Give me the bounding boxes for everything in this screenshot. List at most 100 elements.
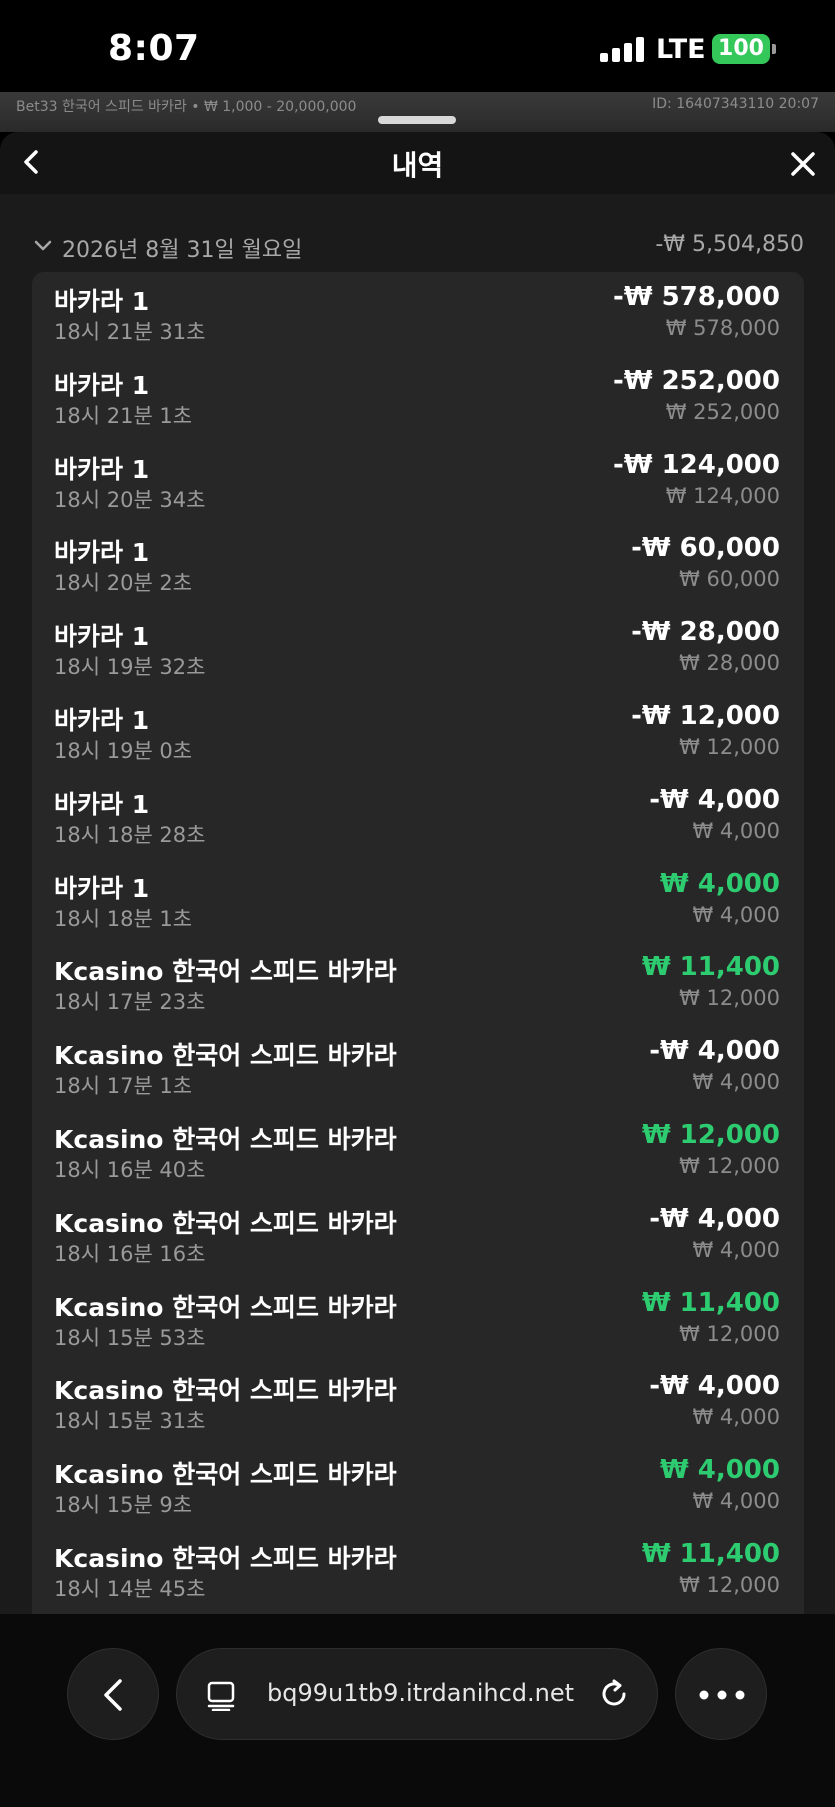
more-dots-icon xyxy=(699,1690,745,1700)
transaction-row[interactable]: Kcasino 한국어 스피드 바카라 18시 16분 40초 ₩ 12,000 ₩ … xyxy=(32,1110,804,1194)
transaction-game: 바카라 1 xyxy=(54,454,150,484)
page-title: 내역 xyxy=(391,149,444,182)
transaction-stake: ₩ 4,000 xyxy=(692,1070,780,1095)
transaction-game: 바카라 1 xyxy=(54,287,150,316)
day-date: 2026년 8월 31일 월요일 xyxy=(62,238,303,263)
transaction-row[interactable]: Kcasino 한국어 스피드 바카라 18시 16분 16초 -₩ 4,000 ₩ … xyxy=(32,1194,804,1278)
transaction-amount: ₩ 11,400 xyxy=(641,1287,780,1318)
transaction-stake: ₩ 12,000 xyxy=(679,734,780,759)
transaction-row[interactable]: Kcasino 한국어 스피드 바카라 18시 15분 53초 ₩ 11,400 ₩ … xyxy=(32,1278,804,1362)
transaction-amount: ₩ 4,000 xyxy=(660,1455,780,1486)
transaction-stake: ₩ 60,000 xyxy=(679,567,780,592)
transaction-game: 바카라 1 xyxy=(54,705,150,735)
transaction-time: 18시 20분 2초 xyxy=(54,571,193,596)
battery-icon: 100 xyxy=(712,34,776,64)
sheet-grabber[interactable] xyxy=(378,116,456,124)
transaction-row[interactable]: 바카라 1 18시 20분 2초 -₩ 60,000 ₩ 60,000 xyxy=(32,523,804,607)
transaction-row[interactable]: Kcasino 한국어 스피드 바카라 18시 15분 9초 ₩ 4,000 ₩ 4,… xyxy=(32,1445,804,1529)
browser-toolbar: bq99u1tb9.itrdanihcd.net xyxy=(0,1614,835,1807)
close-button[interactable] xyxy=(783,144,823,184)
transaction-amount: -₩ 4,000 xyxy=(649,784,780,815)
signal-icon xyxy=(600,36,646,62)
transaction-time: 18시 21분 1초 xyxy=(54,403,193,428)
history-header: 내역 xyxy=(0,132,835,194)
history-content[interactable]: 2026년 8월 31일 월요일 -₩ 5,504,850 바카라 1 18시 2… xyxy=(0,194,835,1614)
transaction-row[interactable]: 바카라 1 18시 19분 0초 -₩ 12,000 ₩ 12,000 xyxy=(32,691,804,775)
transaction-amount: -₩ 12,000 xyxy=(631,700,780,731)
transaction-row[interactable]: Kcasino 한국어 스피드 바카라 18시 17분 1초 -₩ 4,000 ₩ 4… xyxy=(32,1026,804,1110)
transaction-amount: -₩ 124,000 xyxy=(613,449,780,480)
table-info: Bet33 한국어 스피드 바카라 • ₩ 1,000 - 20,000,000 xyxy=(16,99,357,115)
chevron-down-icon xyxy=(34,240,52,251)
transaction-stake: ₩ 4,000 xyxy=(692,818,780,843)
transaction-amount: -₩ 60,000 xyxy=(631,533,780,564)
transaction-amount: ₩ 11,400 xyxy=(641,1538,780,1569)
transaction-time: 18시 15분 31초 xyxy=(54,1409,206,1434)
transaction-stake: ₩ 28,000 xyxy=(679,651,780,676)
transaction-row[interactable]: Kcasino 한국어 스피드 바카라 18시 15분 31초 -₩ 4,000 ₩ … xyxy=(32,1361,804,1445)
reload-icon[interactable] xyxy=(597,1677,631,1711)
transaction-amount: -₩ 4,000 xyxy=(649,1203,780,1234)
transaction-stake: ₩ 12,000 xyxy=(679,986,780,1011)
transaction-stake: ₩ 4,000 xyxy=(692,1237,780,1262)
transaction-stake: ₩ 252,000 xyxy=(665,399,780,424)
transaction-row[interactable]: 바카라 1 18시 19분 32초 -₩ 28,000 ₩ 28,000 xyxy=(32,607,804,691)
transaction-amount: ₩ 4,000 xyxy=(660,868,780,899)
browser-back-button[interactable] xyxy=(67,1648,159,1740)
transaction-game: 바카라 1 xyxy=(54,873,150,903)
transaction-time: 18시 19분 32초 xyxy=(54,655,206,680)
transaction-stake: ₩ 578,000 xyxy=(665,316,780,340)
transaction-amount: -₩ 4,000 xyxy=(649,1371,780,1402)
transaction-row[interactable]: Kcasino 한국어 스피드 바카라 18시 14분 45초 ₩ 11,400 ₩ … xyxy=(32,1529,804,1613)
transaction-stake: ₩ 12,000 xyxy=(679,1572,780,1597)
network-type: LTE xyxy=(656,34,706,65)
transaction-amount: -₩ 28,000 xyxy=(631,617,780,648)
transaction-game: Kcasino 한국어 스피드 바카라 xyxy=(54,1124,397,1154)
more-button[interactable] xyxy=(675,1648,767,1740)
transaction-time: 18시 17분 23초 xyxy=(54,990,206,1015)
transaction-game: 바카라 1 xyxy=(54,789,150,819)
status-time: 8:07 xyxy=(108,28,200,69)
status-bar: 8:07 LTE 100 xyxy=(0,0,835,92)
transaction-game: Kcasino 한국어 스피드 바카라 xyxy=(54,1208,397,1238)
transaction-game: 바카라 1 xyxy=(54,622,150,652)
day-group-header[interactable]: 2026년 8월 31일 월요일 -₩ 5,504,850 xyxy=(32,230,804,264)
transaction-game: 바카라 1 xyxy=(54,370,150,400)
transaction-stake: ₩ 12,000 xyxy=(679,1153,780,1178)
transaction-game: Kcasino 한국어 스피드 바카라 xyxy=(54,1376,397,1406)
transaction-row[interactable]: 바카라 1 18시 21분 1초 -₩ 252,000 ₩ 252,000 xyxy=(32,356,804,440)
transaction-stake: ₩ 4,000 xyxy=(692,1489,780,1514)
transaction-amount: -₩ 4,000 xyxy=(649,1036,780,1067)
transaction-time: 18시 21분 31초 xyxy=(54,320,206,344)
transaction-time: 18시 16분 16초 xyxy=(54,1241,206,1266)
transaction-row[interactable]: Kcasino 한국어 스피드 바카라 18시 17분 23초 ₩ 11,400 ₩ … xyxy=(32,942,804,1026)
transaction-stake: ₩ 124,000 xyxy=(665,483,780,508)
close-icon xyxy=(791,152,815,176)
day-total: -₩ 5,504,850 xyxy=(655,232,804,257)
transaction-game: Kcasino 한국어 스피드 바카라 xyxy=(54,1543,397,1573)
transaction-time: 18시 15분 53초 xyxy=(54,1325,206,1350)
transaction-time: 18시 18분 1초 xyxy=(54,906,193,931)
url-text: bq99u1tb9.itrdanihcd.net xyxy=(267,1679,575,1707)
transaction-row[interactable]: 바카라 1 18시 20분 34초 -₩ 124,000 ₩ 124,000 xyxy=(32,440,804,524)
transaction-row[interactable]: 바카라 1 18시 18분 1초 ₩ 4,000 ₩ 4,000 xyxy=(32,859,804,943)
transaction-row[interactable]: 바카라 1 18시 18분 28초 -₩ 4,000 ₩ 4,000 xyxy=(32,775,804,859)
transaction-list: 바카라 1 18시 21분 31초 -₩ 578,000 ₩ 578,000 바카라 1… xyxy=(32,272,804,1614)
game-info-strip: Bet33 한국어 스피드 바카라 • ₩ 1,000 - 20,000,000… xyxy=(0,92,835,132)
transaction-time: 18시 17분 1초 xyxy=(54,1074,193,1099)
address-bar[interactable]: bq99u1tb9.itrdanihcd.net xyxy=(176,1648,658,1740)
transaction-game: 바카라 1 xyxy=(54,538,150,568)
transaction-game: Kcasino 한국어 스피드 바카라 xyxy=(54,1041,397,1071)
transaction-stake: ₩ 4,000 xyxy=(692,902,780,927)
transaction-game: Kcasino 한국어 스피드 바카라 xyxy=(54,1292,397,1322)
transaction-time: 18시 18분 28초 xyxy=(54,822,206,847)
transaction-stake: ₩ 12,000 xyxy=(679,1321,780,1346)
chevron-left-icon xyxy=(104,1679,122,1711)
battery-level: 100 xyxy=(718,36,764,61)
page-menu-icon xyxy=(207,1681,235,1711)
transaction-game: Kcasino 한국어 스피드 바카라 xyxy=(54,1460,397,1490)
transaction-time: 18시 15분 9초 xyxy=(54,1493,193,1518)
round-id: ID: 16407343110 20:07 xyxy=(652,96,819,112)
transaction-game: Kcasino 한국어 스피드 바카라 xyxy=(54,957,397,987)
transaction-row[interactable]: 바카라 1 18시 21분 31초 -₩ 578,000 ₩ 578,000 xyxy=(32,272,804,356)
